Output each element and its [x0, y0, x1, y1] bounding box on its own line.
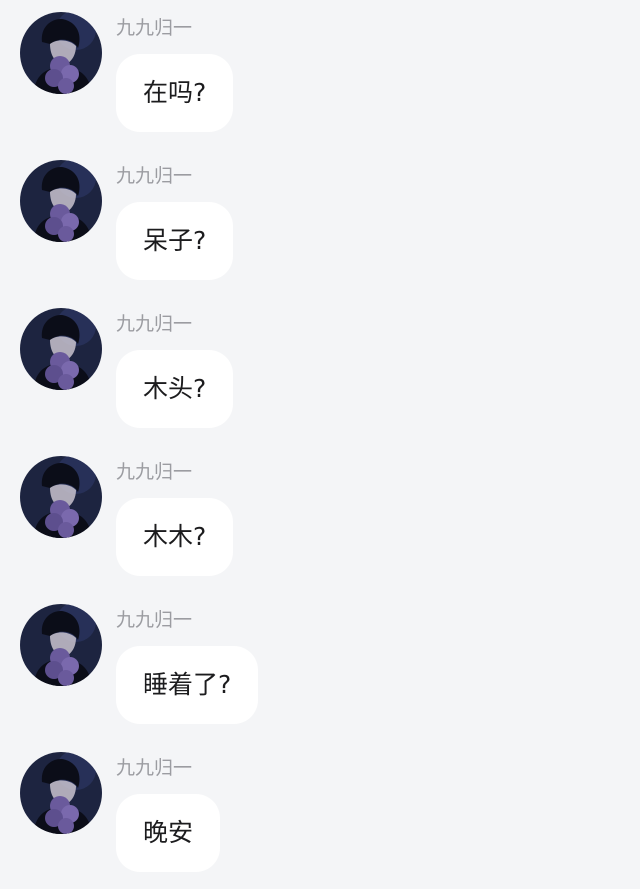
profile-avatar-icon	[20, 752, 102, 834]
avatar[interactable]	[20, 604, 102, 686]
sender-name: 九九归一	[116, 757, 193, 779]
avatar[interactable]	[20, 12, 102, 94]
sender-name: 九九归一	[116, 165, 193, 187]
sender-name: 九九归一	[116, 461, 193, 483]
profile-avatar-icon	[20, 308, 102, 390]
avatar[interactable]	[20, 752, 102, 834]
profile-avatar-icon	[20, 160, 102, 242]
avatar[interactable]	[20, 308, 102, 390]
message-row: 九九归一 木木?	[0, 444, 640, 584]
message-row: 九九归一 木头?	[0, 296, 640, 436]
sender-name: 九九归一	[116, 313, 193, 335]
avatar[interactable]	[20, 456, 102, 538]
message-row: 九九归一 在吗?	[0, 0, 640, 140]
message-bubble[interactable]: 睡着了?	[116, 646, 259, 724]
message-bubble[interactable]: 在吗?	[116, 54, 234, 132]
message-row: 九九归一 晚安	[0, 740, 640, 880]
sender-name: 九九归一	[116, 17, 193, 39]
message-row: 九九归一 睡着了?	[0, 592, 640, 732]
message-bubble[interactable]: 木头?	[116, 350, 234, 428]
chat-thread: 九九归一 在吗? 九九归一 呆子? 九九归一 木头? 九九归一 木木? 九九归一…	[0, 0, 640, 889]
profile-avatar-icon	[20, 604, 102, 686]
sender-name: 九九归一	[116, 609, 193, 631]
message-bubble[interactable]: 呆子?	[116, 202, 234, 280]
profile-avatar-icon	[20, 456, 102, 538]
avatar[interactable]	[20, 160, 102, 242]
message-bubble[interactable]: 木木?	[116, 498, 234, 576]
profile-avatar-icon	[20, 12, 102, 94]
message-row: 九九归一 呆子?	[0, 148, 640, 288]
message-bubble[interactable]: 晚安	[116, 794, 221, 872]
